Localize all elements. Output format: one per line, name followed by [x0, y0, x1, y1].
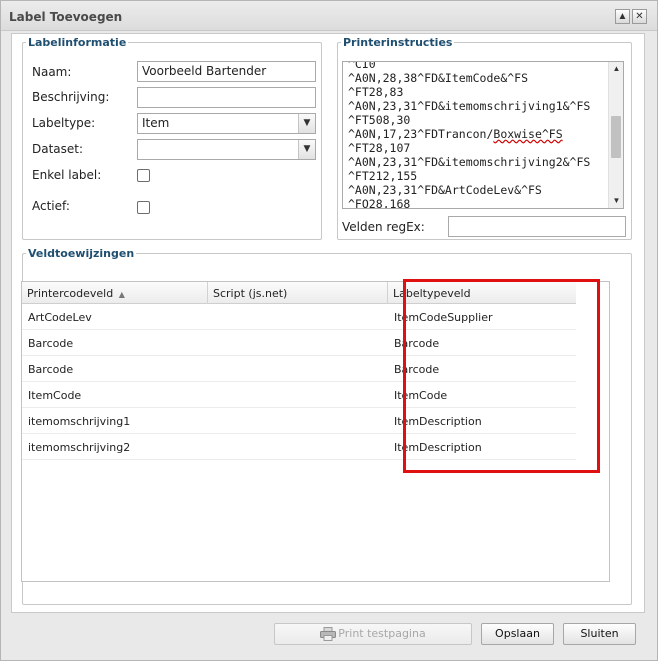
- printercode-cell: ItemCode: [28, 389, 82, 402]
- label-toevoegen-dialog: Label Toevoegen ▲ ✕ Labelinformatie Naam…: [0, 0, 658, 661]
- opslaan-button[interactable]: Opslaan: [481, 623, 554, 645]
- code-line: ^FT28,83: [348, 85, 404, 99]
- code-line: ^CI0: [348, 61, 376, 71]
- beschrijving-label: Beschrijving:: [32, 90, 110, 104]
- dataset-label: Dataset:: [32, 142, 84, 156]
- printercode-cell: itemomschrijving1: [28, 415, 131, 428]
- vertical-scrollbar[interactable]: ▲ ▼: [608, 62, 623, 208]
- code-line: ^A0N,28,38^FD&ItemCode&^FS: [348, 71, 529, 85]
- labeltype-value: Item: [142, 116, 170, 130]
- labeltype-select[interactable]: Item ▼: [137, 113, 316, 134]
- printercode-cell: ArtCodeLev: [28, 311, 92, 324]
- column-header-label: Printercodeveld: [27, 287, 114, 300]
- print-testpagina-button[interactable]: Print testpagina: [274, 623, 472, 645]
- scroll-up-icon[interactable]: ▲: [609, 62, 623, 76]
- code-line: ^FT212,155: [348, 169, 418, 183]
- chevron-down-icon[interactable]: ▼: [298, 140, 315, 159]
- code-line: ^A0N,23,31^FD&itemomschrijving1&^FS: [348, 99, 591, 113]
- printercode-cell: Barcode: [28, 363, 74, 376]
- enkel-label-checkbox[interactable]: [137, 169, 150, 182]
- regex-label: Velden regEx:: [342, 220, 425, 234]
- dataset-select[interactable]: ▼: [137, 139, 316, 160]
- printer-icon: [320, 627, 337, 641]
- beschrijving-input[interactable]: [137, 87, 316, 108]
- actief-checkbox[interactable]: [137, 201, 150, 214]
- enkel-label-label: Enkel label:: [32, 168, 102, 182]
- code-line: ^A0N,17,23^FDTrancon/Boxwise^FS: [348, 127, 563, 141]
- code-line-text: ^A0N,17,23^FDTrancon/: [348, 127, 494, 141]
- sluiten-button[interactable]: Sluiten: [563, 623, 636, 645]
- spellcheck-word: Boxwise^FS: [493, 127, 563, 141]
- naam-input[interactable]: Voorbeeld Bartender: [137, 61, 316, 82]
- chevron-down-icon[interactable]: ▼: [298, 114, 315, 133]
- title-bar[interactable]: Label Toevoegen ▲ ✕: [1, 1, 657, 31]
- column-header-script[interactable]: Script (js.net): [208, 282, 388, 304]
- naam-label: Naam:: [32, 65, 72, 79]
- dialog-title: Label Toevoegen: [9, 10, 123, 24]
- column-header-label: Script (js.net): [213, 287, 288, 300]
- code-line: ^A0N,23,31^FD&itemomschrijving2&^FS: [348, 155, 591, 169]
- scroll-thumb[interactable]: [611, 116, 621, 158]
- printerinstructies-group: Printerinstructies ^CI0 ^A0N,28,38^FD&It…: [337, 36, 632, 240]
- code-line: ^A0N,23,31^FD&ArtCodeLev&^FS: [348, 183, 542, 197]
- collapse-button[interactable]: ▲: [615, 9, 630, 24]
- labeltype-label: Labeltype:: [32, 116, 96, 130]
- scroll-down-icon[interactable]: ▼: [609, 194, 623, 208]
- veldtoewijzingen-legend: Veldtoewijzingen: [28, 247, 135, 260]
- close-icon[interactable]: ✕: [632, 9, 647, 24]
- printercode-cell: itemomschrijving2: [28, 441, 131, 454]
- code-line: ^FT28,107: [348, 141, 411, 155]
- sort-ascending-icon: ▲: [118, 290, 125, 299]
- column-header-printercodeveld[interactable]: Printercodeveld ▲: [22, 282, 208, 304]
- actief-label: Actief:: [32, 199, 70, 213]
- highlight-box: [403, 279, 600, 473]
- printercode-cell: Barcode: [28, 337, 74, 350]
- code-line: ^FT508,30: [348, 113, 411, 127]
- printer-instructions-textarea[interactable]: ^CI0 ^A0N,28,38^FD&ItemCode&^FS ^FT28,83…: [342, 61, 624, 209]
- regex-input[interactable]: [448, 216, 626, 237]
- labelinformatie-legend: Labelinformatie: [28, 36, 127, 49]
- printerinstructies-legend: Printerinstructies: [343, 36, 453, 49]
- print-button-label: Print testpagina: [338, 627, 426, 640]
- code-line: ^FO28,168: [348, 197, 411, 209]
